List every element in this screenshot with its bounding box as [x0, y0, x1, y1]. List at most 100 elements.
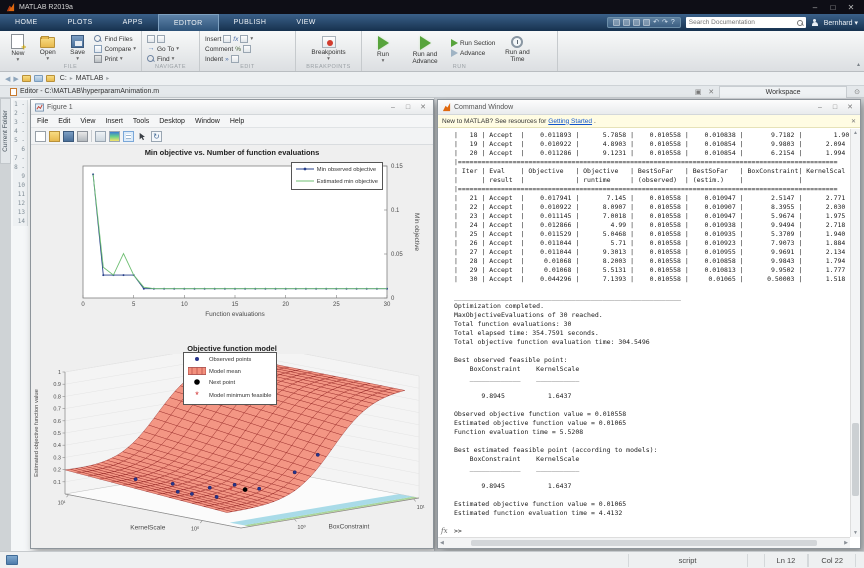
qat-save-icon[interactable] [613, 19, 620, 26]
scrollbar-thumb[interactable] [471, 540, 817, 546]
figure-menu-view[interactable]: View [80, 118, 95, 125]
print-figure-icon[interactable] [77, 131, 88, 142]
command-prompt-row[interactable]: fx>> [454, 527, 850, 536]
search-documentation-box[interactable] [686, 17, 806, 28]
go-to-button[interactable]: → Go To ▾ [147, 45, 179, 53]
open-button[interactable]: Open ▾ [35, 33, 61, 62]
figure-menu-file[interactable]: File [37, 118, 48, 125]
go-back-icon[interactable] [157, 35, 165, 43]
figure-menu-help[interactable]: Help [230, 118, 244, 125]
rotate-3d-icon[interactable]: ↻ [151, 131, 162, 142]
print-button[interactable]: Print ▾ [94, 55, 136, 63]
vertical-scrollbar[interactable]: ▲ ▼ [850, 129, 860, 537]
close-icon[interactable]: ✕ [417, 103, 429, 111]
new-folder-icon[interactable] [34, 75, 43, 82]
qat-cut-icon[interactable] [623, 19, 630, 26]
figure-menu-window[interactable]: Window [195, 118, 220, 125]
ribbon-collapse-icon[interactable]: ▴ [857, 61, 860, 68]
qat-help-icon[interactable]: ? [671, 19, 675, 26]
command-window: Command Window – □ ✕ New to MATLAB? See … [437, 99, 861, 549]
close-icon[interactable]: ✕ [844, 3, 858, 12]
dock-icon[interactable]: ▣ [693, 88, 703, 96]
bookmark-icon[interactable] [147, 35, 155, 43]
run-section-button[interactable]: Run Section [451, 39, 495, 47]
command-window-titlebar[interactable]: Command Window – □ ✕ [438, 100, 860, 115]
link-plot-icon[interactable] [95, 131, 106, 142]
run-button[interactable]: Run ▾ [367, 33, 399, 64]
figure-menu-edit[interactable]: Edit [58, 118, 70, 125]
forward-icon[interactable]: ▶ [13, 75, 18, 83]
edit-plot-icon[interactable] [137, 131, 148, 142]
scroll-down-icon[interactable]: ▼ [853, 530, 858, 536]
objective-model-plot: Objective function model 0.10.20.30.40.5… [31, 342, 433, 548]
editor-line-number: 9 [13, 172, 25, 181]
close-icon[interactable]: ✕ [844, 103, 856, 111]
user-icon[interactable] [811, 19, 819, 27]
comment-button[interactable]: Comment % [205, 45, 253, 53]
ribbon-tab-publish[interactable]: PUBLISH [219, 14, 282, 31]
qat-paste-icon[interactable] [643, 19, 650, 26]
ribbon-tab-view[interactable]: VIEW [281, 14, 331, 31]
ribbon-tab-editor[interactable]: EDITOR [158, 14, 219, 31]
qat-redo-icon[interactable]: ↷ [662, 19, 668, 26]
maximize-icon[interactable]: □ [829, 104, 841, 111]
indent-button[interactable]: Indent » [205, 55, 253, 63]
insert-button[interactable]: Insert fx ▾ [205, 35, 253, 43]
insert-legend-icon[interactable] [123, 131, 134, 142]
figure-titlebar[interactable]: Figure 1 – □ ✕ [31, 100, 433, 115]
save-button[interactable]: Save ▾ [65, 33, 91, 62]
command-output[interactable]: | 18 | Accept | 0.011893 | 5.7858 | 0.01… [438, 129, 850, 537]
browse-folder-icon[interactable] [22, 75, 31, 82]
save-figure-icon[interactable] [63, 131, 74, 142]
ribbon-tab-home[interactable]: HOME [0, 14, 53, 31]
ribbon-tab-apps[interactable]: APPS [108, 14, 158, 31]
user-menu[interactable]: Bernhard ▾ [824, 19, 858, 27]
legend-label: Estimated min objective [317, 179, 378, 185]
open-file-icon[interactable] [49, 131, 60, 142]
minimize-icon[interactable]: – [808, 3, 822, 12]
find-button[interactable]: Find ▾ [147, 55, 179, 63]
breakpoints-button[interactable]: Breakpoints ▾ [303, 33, 355, 62]
figure-menu-desktop[interactable]: Desktop [159, 118, 185, 125]
scroll-left-icon[interactable]: ◀ [440, 540, 444, 546]
current-folder-icon[interactable] [46, 75, 55, 82]
insert-colorbar-icon[interactable] [109, 131, 120, 142]
workspace-menu-icon[interactable]: ⊙ [850, 88, 864, 96]
search-input[interactable] [689, 19, 795, 26]
ribbon-tab-plots[interactable]: PLOTS [53, 14, 108, 31]
maximize-icon[interactable]: □ [826, 3, 840, 12]
scrollbar-thumb[interactable] [852, 423, 859, 496]
banner-close-icon[interactable]: ✕ [851, 118, 856, 125]
scroll-up-icon[interactable]: ▲ [853, 130, 858, 136]
run-and-time-button[interactable]: Run and Time [499, 33, 535, 63]
close-icon[interactable]: ✕ [706, 88, 716, 96]
breadcrumb-item[interactable]: C: [60, 75, 67, 82]
qat-undo-icon[interactable]: ↶ [653, 19, 659, 26]
new-figure-icon[interactable] [35, 131, 46, 142]
command-output-line: | 23 | Accept | 0.011145 | 7.0018 | 0.01… [454, 212, 850, 221]
minimize-icon[interactable]: – [814, 104, 826, 111]
plot-legend[interactable]: Min observed objectiveEstimated min obje… [291, 162, 383, 190]
horizontal-scrollbar[interactable]: ◀ ▶ [438, 537, 850, 548]
new-button[interactable]: New ▾ [5, 33, 31, 63]
scroll-right-icon[interactable]: ▶ [844, 540, 848, 546]
getting-started-link[interactable]: Getting Started [548, 118, 592, 125]
legend-entry: Observed points [188, 355, 272, 365]
back-icon[interactable]: ◀ [5, 75, 10, 83]
workspace-tab[interactable]: Workspace [719, 86, 847, 98]
command-prompt[interactable]: >> [454, 527, 462, 535]
status-icon[interactable] [6, 555, 18, 565]
current-folder-tab[interactable]: Current Folder [0, 98, 11, 164]
figure-menu-insert[interactable]: Insert [105, 118, 123, 125]
find-files-button[interactable]: Find Files [94, 35, 136, 43]
search-icon[interactable] [797, 20, 803, 26]
plot-legend[interactable]: Observed pointsModel meanNext point*Mode… [183, 352, 277, 405]
advance-button[interactable]: Advance [451, 49, 495, 57]
breadcrumb-item[interactable]: MATLAB [76, 75, 104, 82]
qat-copy-icon[interactable] [633, 19, 640, 26]
run-and-advance-button[interactable]: Run and Advance [403, 33, 447, 65]
minimize-icon[interactable]: – [387, 104, 399, 111]
maximize-icon[interactable]: □ [402, 104, 414, 111]
compare-button[interactable]: Compare ▾ [94, 45, 136, 53]
figure-menu-tools[interactable]: Tools [133, 118, 149, 125]
